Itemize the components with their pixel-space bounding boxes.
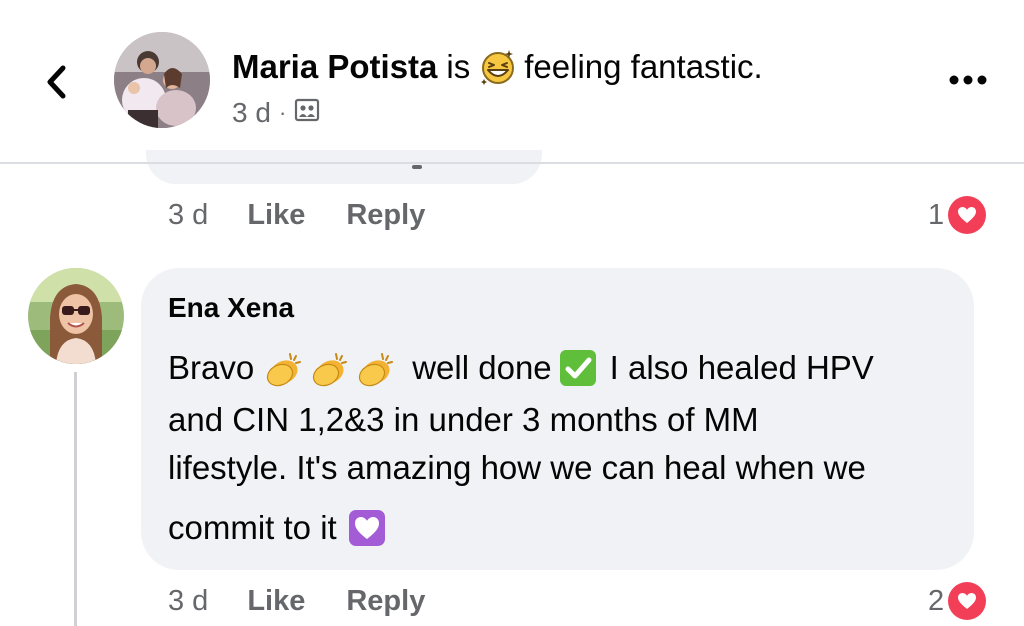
comment-time[interactable]: 3 d bbox=[168, 585, 208, 618]
post-title: Maria Potista is feeling fantastic. bbox=[232, 42, 763, 92]
more-options-button[interactable] bbox=[938, 60, 998, 100]
comment-line-2: and CIN 1,2&3 in under 3 months of MM bbox=[168, 401, 759, 438]
previous-comment-text-fragment bbox=[412, 165, 422, 169]
back-button[interactable] bbox=[36, 56, 76, 108]
grinning-squinting-face-emoji-icon bbox=[478, 47, 518, 87]
meta-separator: · bbox=[278, 100, 287, 125]
chevron-left-icon bbox=[47, 65, 66, 99]
previous-reaction-count: 1 bbox=[928, 198, 945, 231]
previous-comment-bubble bbox=[146, 150, 542, 184]
heart-reaction-icon bbox=[948, 582, 987, 620]
previous-comment-time[interactable]: 3 d bbox=[168, 199, 208, 232]
post-header: Maria Potista is feeling fantastic. 3 d … bbox=[0, 0, 1024, 162]
more-horizontal-icon bbox=[949, 75, 987, 85]
check-mark-button-emoji-icon bbox=[559, 350, 596, 386]
heart-decoration-emoji-icon bbox=[348, 510, 385, 546]
reply-thread-line bbox=[74, 372, 77, 626]
heart-reaction-icon bbox=[948, 196, 987, 234]
post-meta: 3 d · bbox=[232, 96, 320, 130]
header-divider bbox=[0, 162, 1024, 164]
like-button[interactable]: Like bbox=[247, 585, 305, 618]
clapping-hands-group bbox=[260, 348, 398, 388]
clapping-hands-emoji-icon bbox=[267, 353, 302, 387]
comment-text-also-healed: I also healed HPV bbox=[609, 349, 874, 386]
comment-line-4: commit to it bbox=[168, 504, 387, 552]
commenter-avatar-photo bbox=[28, 268, 124, 364]
is-text: is bbox=[446, 48, 471, 85]
comment-text-bravo: Bravo bbox=[168, 349, 255, 386]
comment-text-well-done: well done bbox=[412, 349, 552, 386]
clapping-hands-emoji-icon bbox=[359, 353, 394, 387]
comment-reaction-count: 2 bbox=[928, 584, 945, 617]
commenter-avatar[interactable] bbox=[28, 268, 124, 364]
comment-actions: 3 d Like Reply bbox=[168, 581, 425, 621]
comment-reaction-summary[interactable]: 2 bbox=[928, 581, 987, 621]
previous-reaction-summary[interactable]: 1 bbox=[928, 195, 987, 235]
post-time[interactable]: 3 d bbox=[232, 97, 271, 129]
comment-line-3: lifestyle. It's amazing how we can heal … bbox=[168, 449, 866, 486]
clapping-hands-emoji-icon bbox=[313, 353, 348, 387]
avatar-photo bbox=[114, 32, 210, 128]
author-name-link[interactable]: Maria Potista bbox=[232, 48, 437, 86]
comment-thread-view: Maria Potista is feeling fantastic. 3 d … bbox=[0, 0, 1024, 626]
comment-author[interactable]: Ena Xena bbox=[168, 290, 294, 326]
previous-like-button[interactable]: Like bbox=[247, 199, 305, 232]
previous-reply-button[interactable]: Reply bbox=[346, 199, 425, 232]
photo-album-icon bbox=[294, 97, 320, 129]
reply-button[interactable]: Reply bbox=[346, 585, 425, 618]
author-avatar[interactable] bbox=[114, 32, 210, 128]
previous-comment-actions: 3 d Like Reply bbox=[168, 195, 425, 235]
comment-text-commit: commit to it bbox=[168, 509, 337, 546]
feeling-text: feeling fantastic. bbox=[524, 48, 763, 85]
comment-line-1: Bravo well done I also healed HPV bbox=[168, 344, 874, 392]
